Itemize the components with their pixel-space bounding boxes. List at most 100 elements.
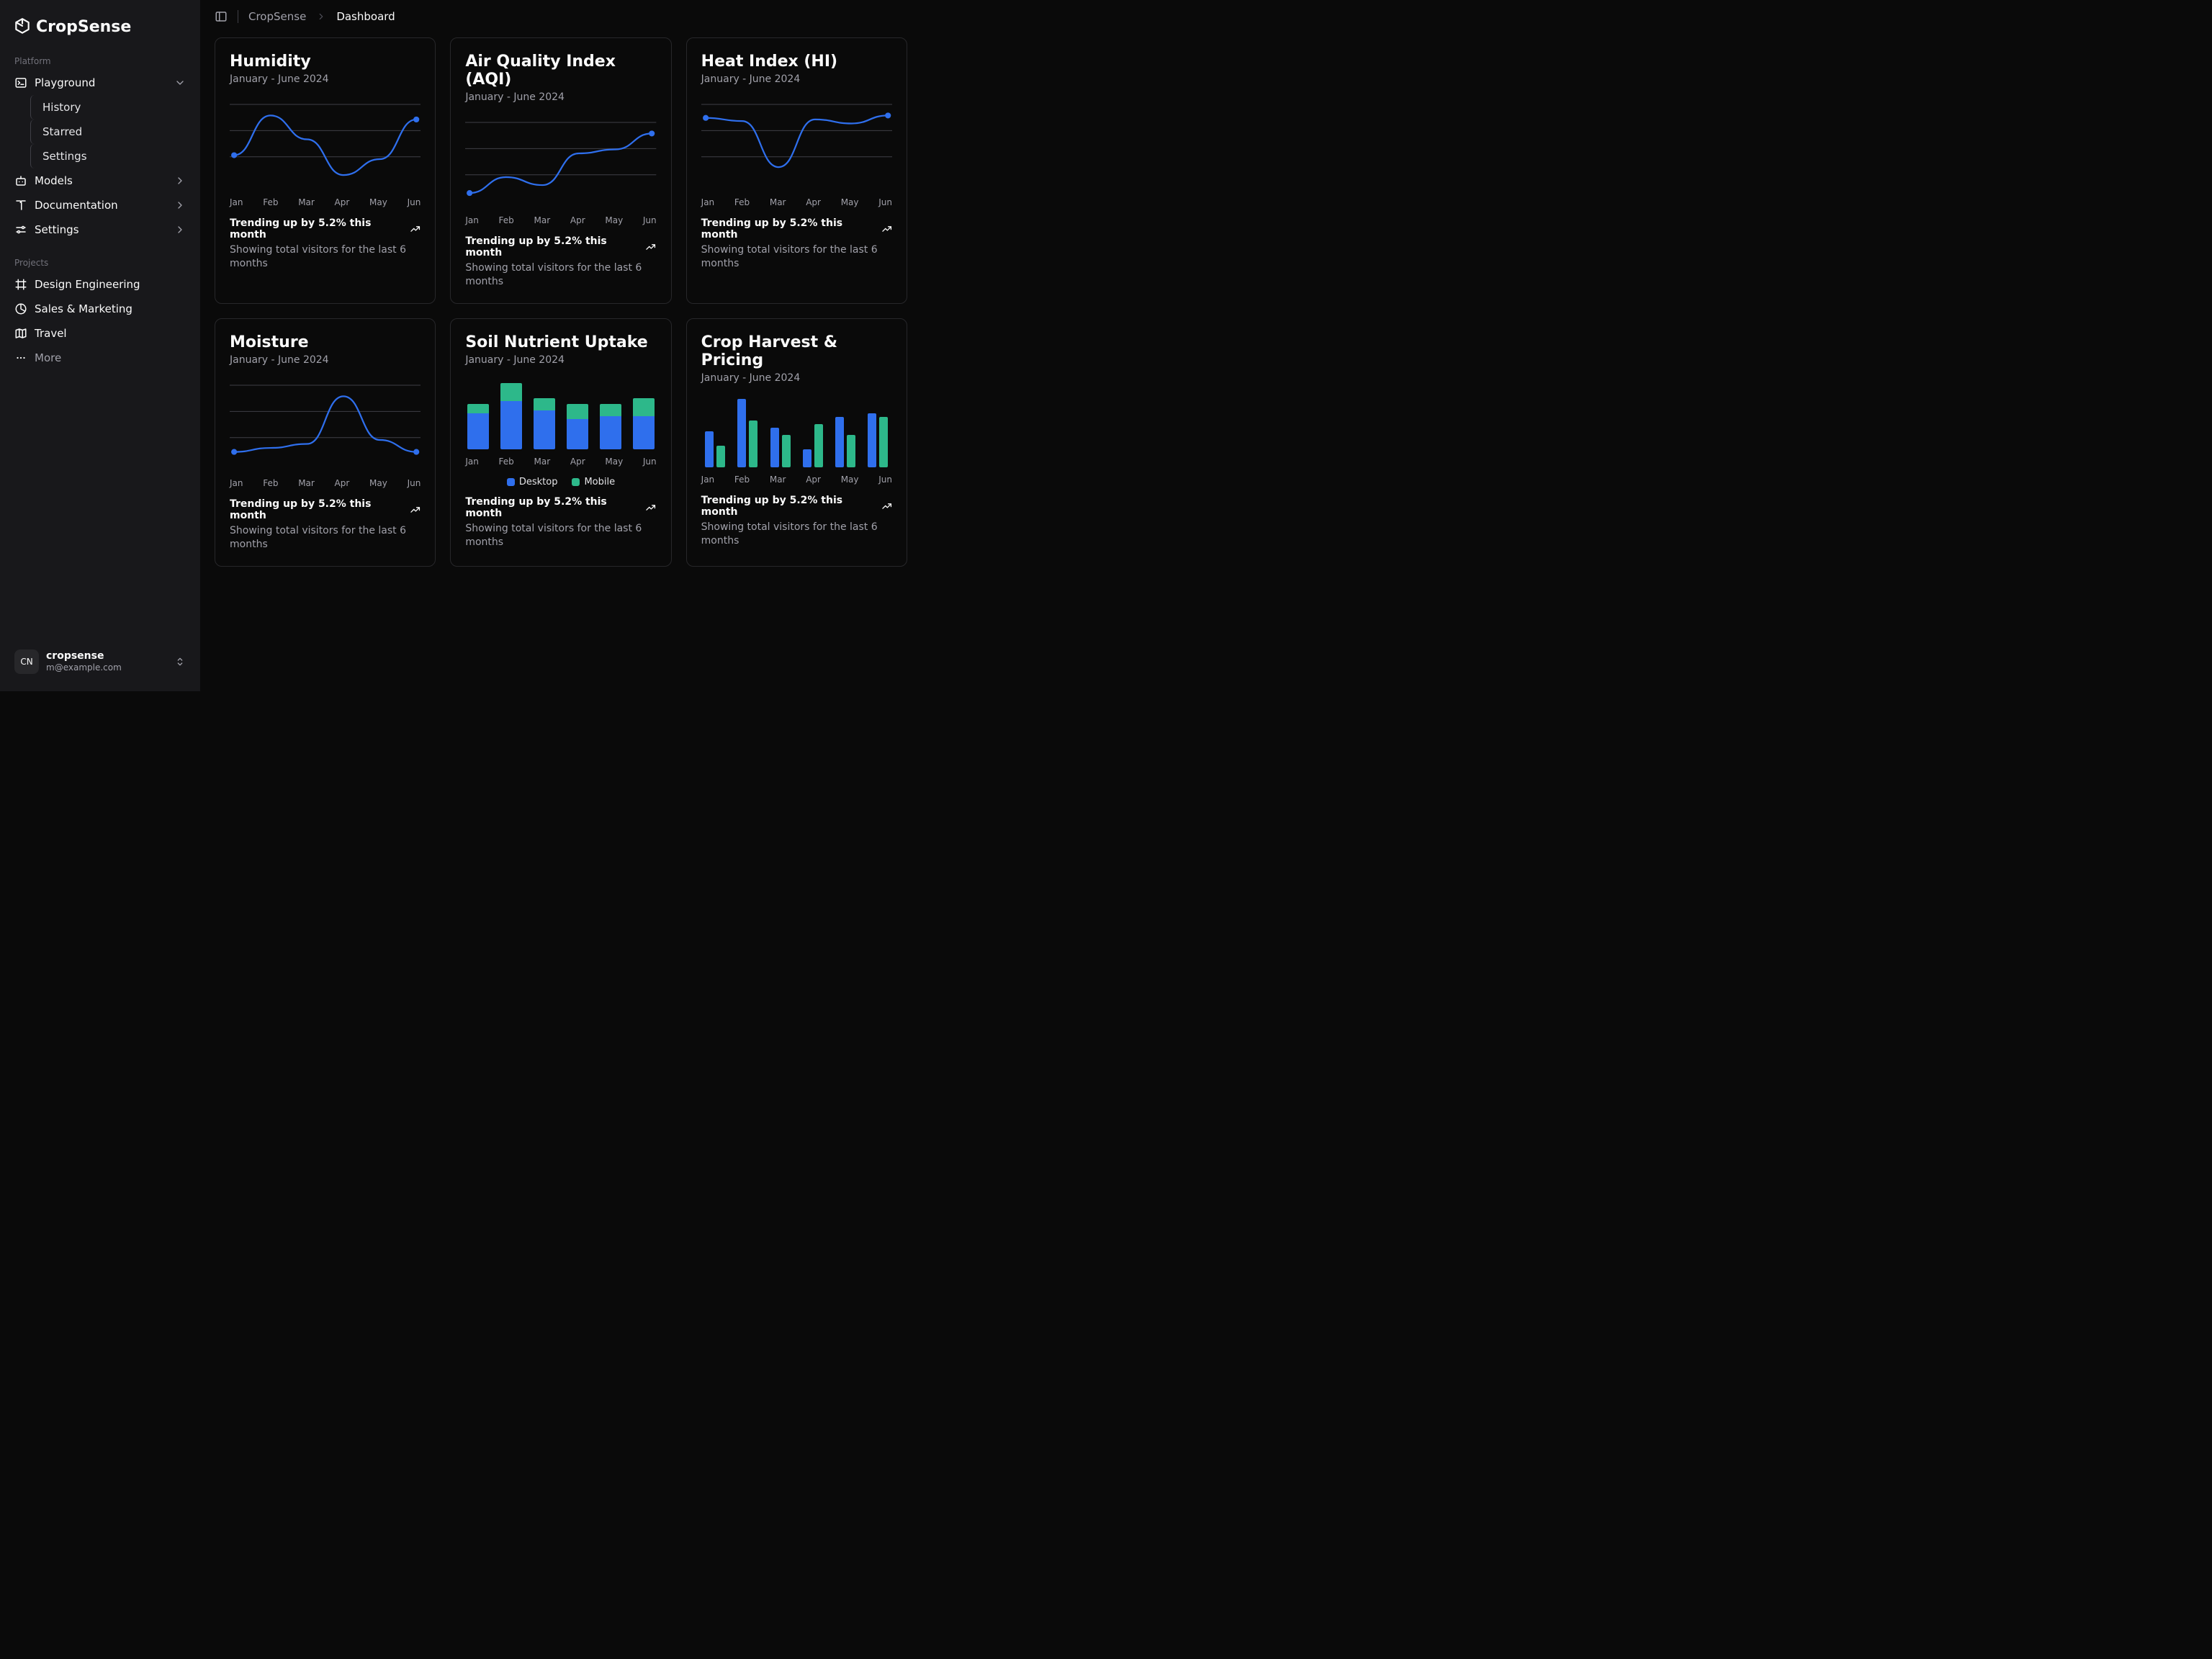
card-title: Heat Index (HI) xyxy=(701,53,892,71)
tick-label: Apr xyxy=(806,197,821,207)
bar-col xyxy=(600,404,621,449)
tick-label: Mar xyxy=(298,478,315,488)
sliders-icon xyxy=(14,223,27,236)
tick-label: Feb xyxy=(499,457,514,467)
chevrons-up-down-icon xyxy=(174,656,186,667)
frame-icon xyxy=(14,278,27,291)
chart-card: Moisture January - June 2024 JanFebMarAp… xyxy=(215,318,436,567)
chart-card: Air Quality Index (AQI) January - June 2… xyxy=(450,37,671,304)
line-chart xyxy=(465,114,656,208)
bar-col xyxy=(467,404,489,449)
tick-label: Feb xyxy=(263,197,278,207)
chevron-down-icon xyxy=(174,77,186,89)
tick-label: Mar xyxy=(770,197,786,207)
card-title: Soil Nutrient Uptake xyxy=(465,333,656,351)
legend-item-mobile: Mobile xyxy=(572,477,615,487)
trending-up-icon xyxy=(881,500,892,512)
tick-label: May xyxy=(605,215,623,225)
trending-up-icon xyxy=(881,223,892,235)
panel-left-icon[interactable] xyxy=(215,10,228,23)
tick-label: Mar xyxy=(770,475,786,485)
tick-label: Jan xyxy=(465,457,479,467)
tick-label: Jun xyxy=(878,475,892,485)
card-title: Moisture xyxy=(230,333,421,351)
user-menu[interactable]: CN cropsense m@example.com xyxy=(9,644,192,680)
sidebar: CropSense Platform Playground History St… xyxy=(0,0,200,691)
tick-label: May xyxy=(605,457,623,467)
x-axis: JanFebMarAprMayJun xyxy=(230,194,421,217)
app-logo: CropSense xyxy=(9,12,192,50)
user-email: m@example.com xyxy=(46,662,122,673)
bar-pair xyxy=(701,431,729,467)
project-design-engineering[interactable]: Design Engineering xyxy=(9,272,192,297)
trend-row: Trending up by 5.2% this month xyxy=(230,217,421,240)
tick-label: Jun xyxy=(643,457,657,467)
tick-label: Apr xyxy=(570,457,585,467)
card-subtitle: January - June 2024 xyxy=(465,354,656,366)
tick-label: Mar xyxy=(534,215,551,225)
tick-label: Jun xyxy=(643,215,657,225)
nav-label: Playground xyxy=(35,76,95,89)
trend-text: Trending up by 5.2% this month xyxy=(230,498,404,521)
line-chart xyxy=(230,96,421,190)
nav-item-playground[interactable]: Playground xyxy=(9,71,192,95)
tick-label: Apr xyxy=(570,215,585,225)
tick-label: Mar xyxy=(534,457,551,467)
chart-card: Heat Index (HI) January - June 2024 JanF… xyxy=(686,37,907,304)
trending-up-icon xyxy=(645,502,656,513)
trending-up-icon xyxy=(645,241,656,253)
main: CropSense Dashboard Humidity January - J… xyxy=(200,0,922,691)
stacked-bar-chart xyxy=(465,377,656,449)
nav-item-settings[interactable]: Settings xyxy=(9,217,192,242)
bar-pair xyxy=(734,399,762,467)
breadcrumb-root[interactable]: CropSense xyxy=(248,10,306,23)
grouped-bar-chart xyxy=(701,395,892,467)
nav-item-models[interactable]: Models xyxy=(9,168,192,193)
tick-label: Apr xyxy=(806,475,821,485)
chart-card: Crop Harvest & Pricing January - June 20… xyxy=(686,318,907,567)
trend-row: Trending up by 5.2% this month xyxy=(701,495,892,518)
card-title: Crop Harvest & Pricing xyxy=(701,333,892,369)
tick-label: Jun xyxy=(408,478,421,488)
bar-pair xyxy=(799,424,827,467)
card-title: Humidity xyxy=(230,53,421,71)
bar-pair xyxy=(766,428,794,467)
tick-label: Jun xyxy=(408,197,421,207)
bot-icon xyxy=(14,174,27,187)
trend-desc: Showing total visitors for the last 6 mo… xyxy=(701,521,892,548)
x-axis: JanFebMarAprMayJun xyxy=(701,472,892,495)
tick-label: Jan xyxy=(465,215,479,225)
project-travel[interactable]: Travel xyxy=(9,321,192,346)
nav-item-documentation[interactable]: Documentation xyxy=(9,193,192,217)
book-icon xyxy=(14,199,27,212)
trend-row: Trending up by 5.2% this month xyxy=(465,235,656,258)
project-label: Sales & Marketing xyxy=(35,302,132,315)
trend-text: Trending up by 5.2% this month xyxy=(701,495,876,518)
trend-row: Trending up by 5.2% this month xyxy=(465,496,656,519)
trend-desc: Showing total visitors for the last 6 mo… xyxy=(701,243,892,271)
chevron-right-icon xyxy=(174,175,186,186)
project-sales-marketing[interactable]: Sales & Marketing xyxy=(9,297,192,321)
sub-item-starred[interactable]: Starred xyxy=(30,120,192,144)
card-subtitle: January - June 2024 xyxy=(465,91,656,103)
trend-desc: Showing total visitors for the last 6 mo… xyxy=(230,524,421,552)
legend: Desktop Mobile xyxy=(465,477,656,496)
trending-up-icon xyxy=(410,223,421,235)
user-name: cropsense xyxy=(46,650,122,662)
trend-row: Trending up by 5.2% this month xyxy=(701,217,892,240)
map-icon xyxy=(14,327,27,340)
sub-item-history[interactable]: History xyxy=(30,95,192,120)
line-chart xyxy=(230,377,421,471)
bar-col xyxy=(534,398,555,449)
chevron-right-icon xyxy=(174,224,186,235)
project-more[interactable]: More xyxy=(9,346,192,370)
trend-text: Trending up by 5.2% this month xyxy=(465,496,639,519)
sub-item-settings[interactable]: Settings xyxy=(30,144,192,168)
trend-text: Trending up by 5.2% this month xyxy=(701,217,876,240)
card-subtitle: January - June 2024 xyxy=(230,354,421,366)
avatar: CN xyxy=(14,649,39,674)
tick-label: Mar xyxy=(298,197,315,207)
tick-label: May xyxy=(841,197,859,207)
card-subtitle: January - June 2024 xyxy=(701,73,892,85)
dots-icon xyxy=(14,351,27,364)
